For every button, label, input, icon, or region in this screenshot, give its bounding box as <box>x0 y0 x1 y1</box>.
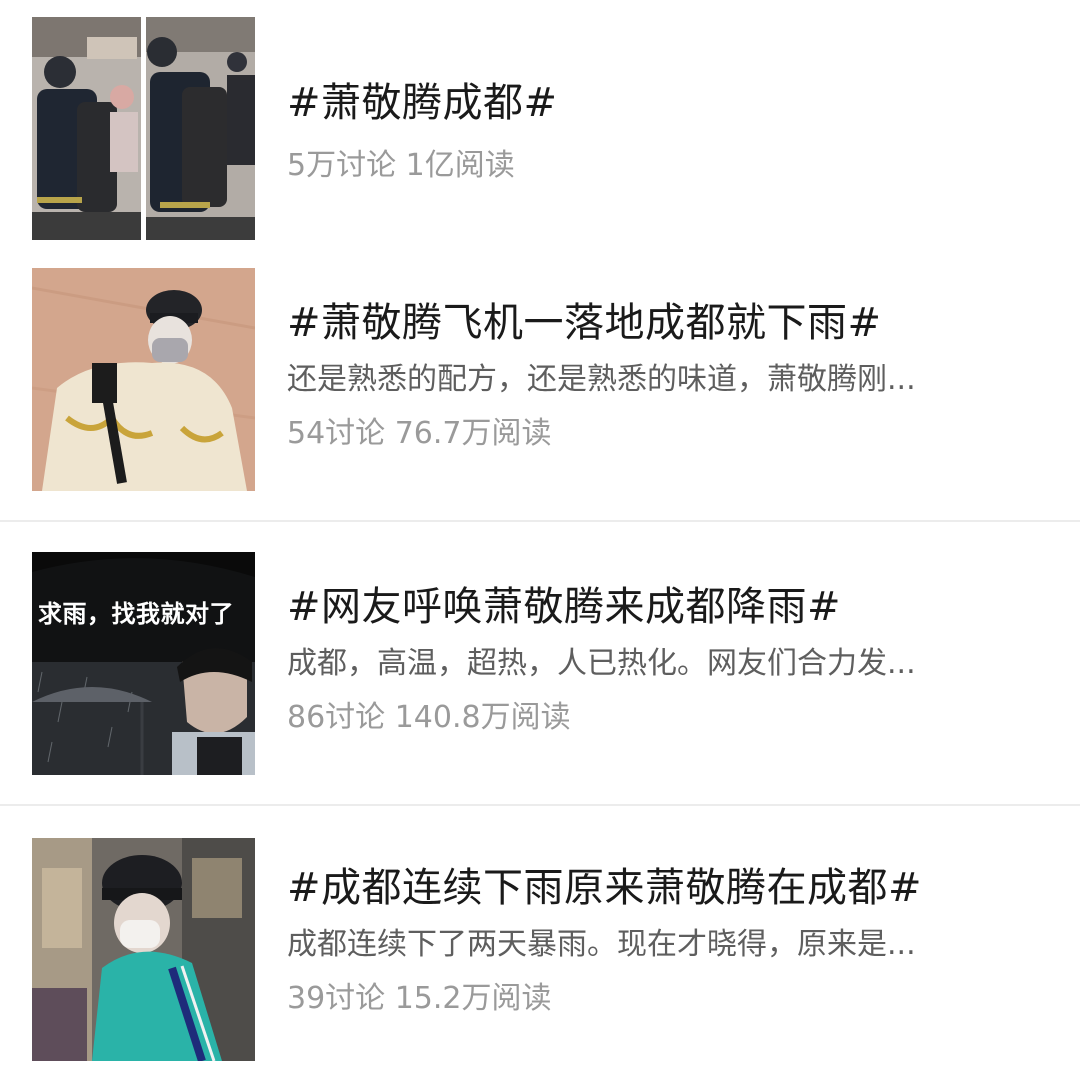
topic-stats: 5万讨论 1亿阅读 <box>287 148 515 183</box>
topic-title[interactable]: #萧敬腾成都# <box>287 78 1040 128</box>
topic-thumbnail[interactable] <box>32 268 255 491</box>
topic-item[interactable]: #成都连续下雨原来萧敬腾在成都# 成都连续下了两天暴雨。现在才晓得，原来是...… <box>0 806 1080 1092</box>
photo-icon <box>32 838 255 1061</box>
topic-item[interactable]: 求雨，找我就对了 #网友呼唤萧敬腾来成都降雨# 成都，高温，超热，人已热化。网友… <box>0 522 1080 804</box>
topic-thumbnail[interactable] <box>32 17 255 240</box>
photo-icon <box>32 268 255 491</box>
topic-stats: 39讨论 15.2万阅读 <box>287 981 552 1016</box>
topic-item[interactable]: #萧敬腾飞机一落地成都就下雨# 还是熟悉的配方，还是熟悉的味道，萧敬腾刚... … <box>0 250 1080 520</box>
topic-title[interactable]: #网友呼唤萧敬腾来成都降雨# <box>287 582 1040 632</box>
photo-icon <box>32 552 255 775</box>
topic-thumbnail[interactable] <box>32 838 255 1061</box>
photo-icon <box>32 17 255 240</box>
topic-description: 成都连续下了两天暴雨。现在才晓得，原来是... <box>287 927 916 962</box>
topic-description: 还是熟悉的配方，还是熟悉的味道，萧敬腾刚... <box>287 362 916 397</box>
topic-stats: 86讨论 140.8万阅读 <box>287 700 571 735</box>
topic-description: 成都，高温，超热，人已热化。网友们合力发... <box>287 646 916 681</box>
topic-item[interactable]: #萧敬腾成都# 5万讨论 1亿阅读 <box>0 0 1080 250</box>
topic-thumbnail[interactable]: 求雨，找我就对了 <box>32 552 255 775</box>
topic-stats: 54讨论 76.7万阅读 <box>287 416 552 451</box>
topic-feed: #萧敬腾成都# 5万讨论 1亿阅读 #萧敬腾飞机一落地成都就下雨# 还是熟悉的配… <box>0 0 1080 1092</box>
topic-title[interactable]: #成都连续下雨原来萧敬腾在成都# <box>287 863 1040 913</box>
topic-title[interactable]: #萧敬腾飞机一落地成都就下雨# <box>287 298 1040 348</box>
thumbnail-caption: 求雨，找我就对了 <box>38 600 234 628</box>
